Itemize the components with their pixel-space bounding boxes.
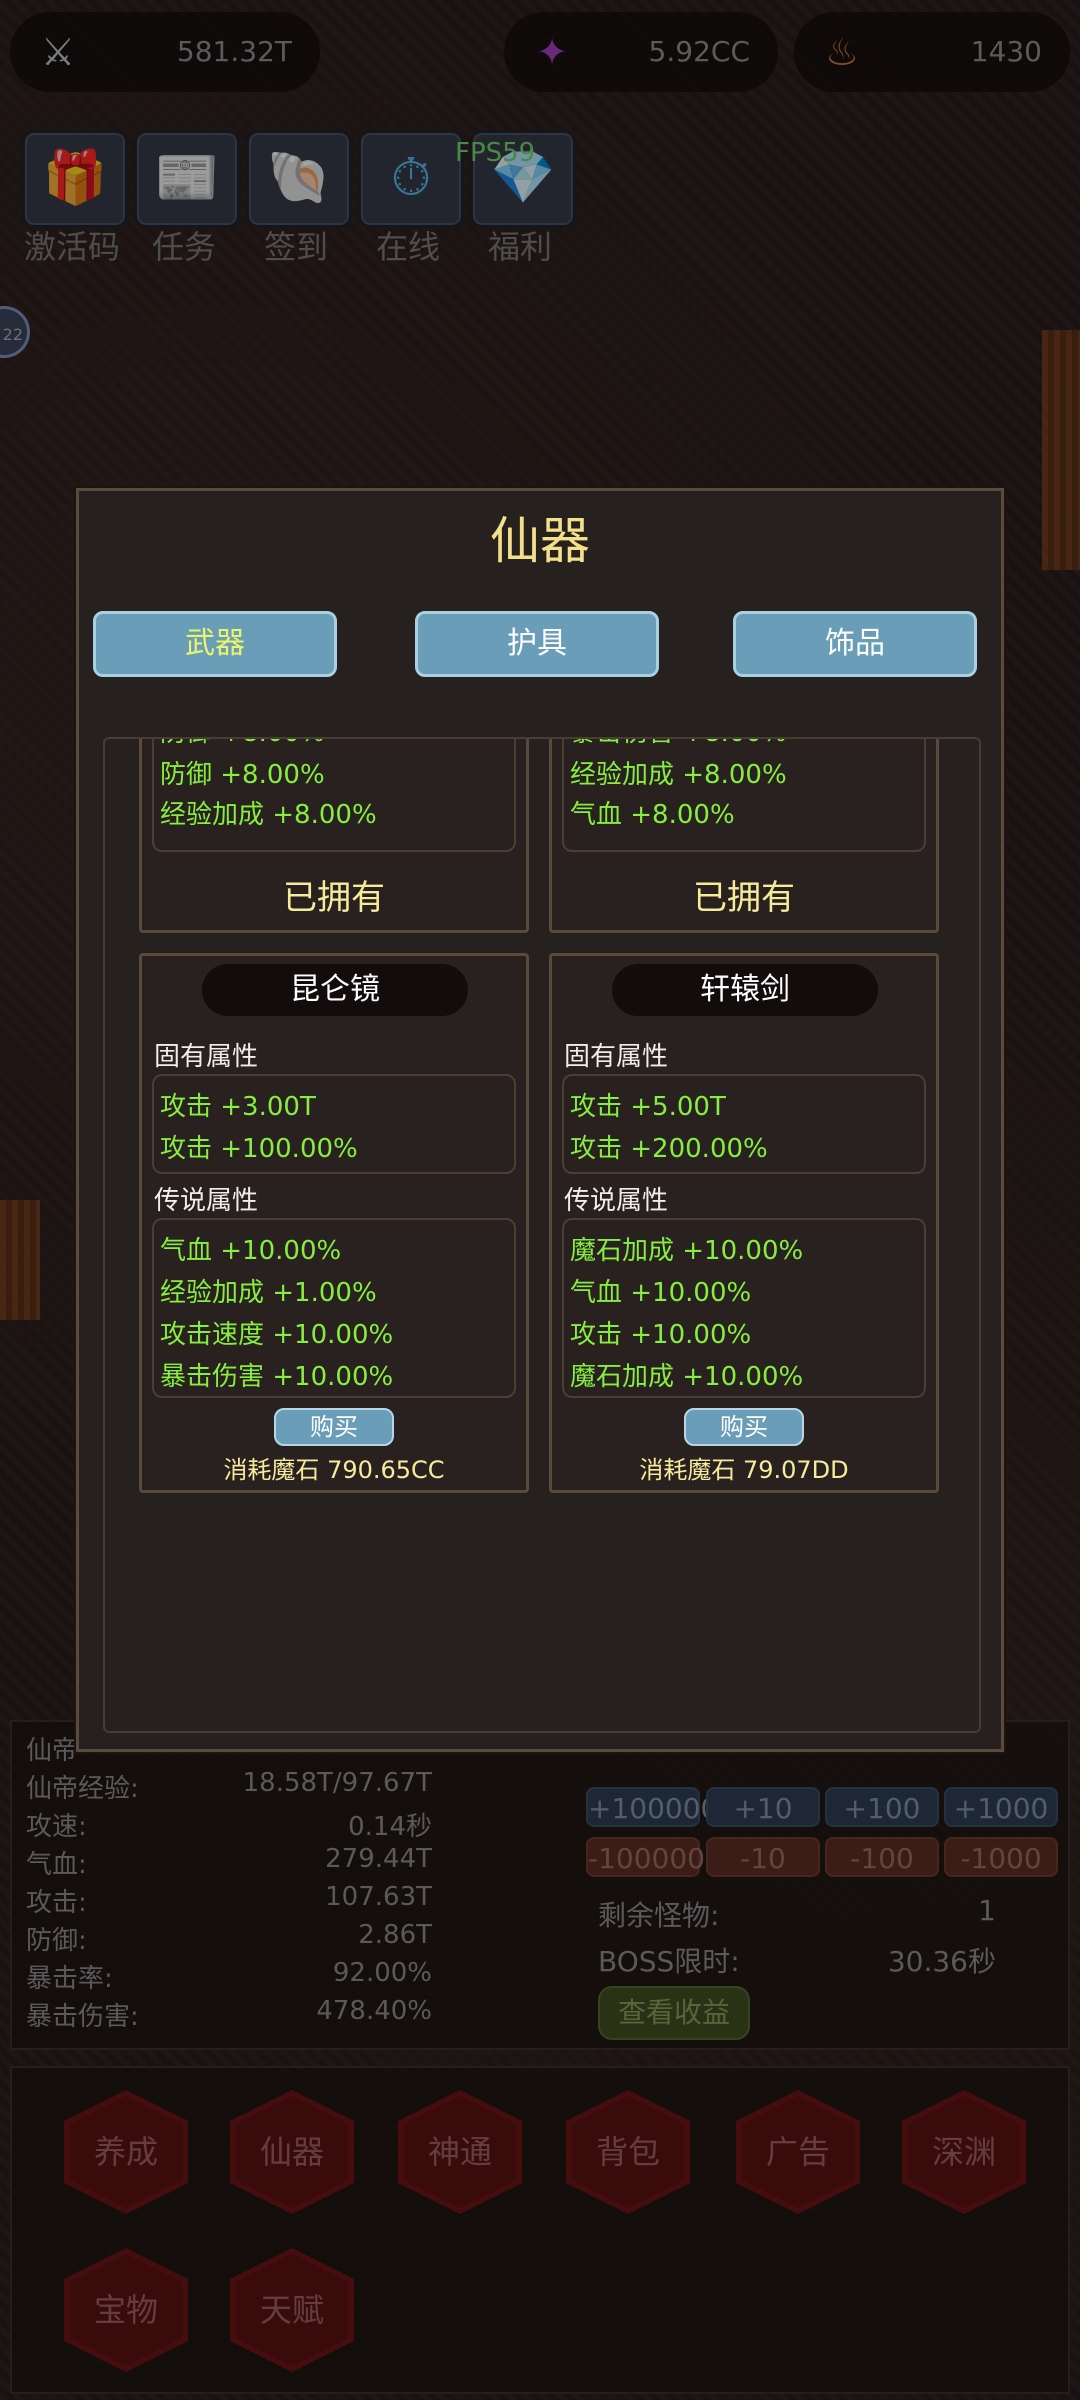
item-name: 昆仑镜	[202, 964, 468, 1016]
legend-label: 传说属性	[154, 1186, 259, 1216]
item-card-kunlun-mirror: 昆仑镜 固有属性 攻击 +3.00T 攻击 +100.00% 传说属性 气血 +…	[139, 953, 529, 1493]
buy-button[interactable]: 购买	[274, 1408, 394, 1446]
attribute-box: 防御 +8.00% 防御 +8.00% 经验加成 +8.00%	[152, 739, 516, 852]
cost-text: 消耗魔石 79.07DD	[639, 1456, 849, 1484]
intrinsic-label: 固有属性	[154, 1042, 259, 1072]
buy-button[interactable]: 购买	[684, 1408, 804, 1446]
cost-text: 消耗魔石 790.65CC	[223, 1456, 445, 1484]
owned-item-card: 防御 +8.00% 防御 +8.00% 经验加成 +8.00% 已拥有	[139, 739, 529, 933]
owned-status: 已拥有	[283, 878, 385, 918]
legend-box: 气血 +10.00% 经验加成 +1.00% 攻击速度 +10.00% 暴击伤害…	[152, 1218, 516, 1398]
intrinsic-box: 攻击 +3.00T 攻击 +100.00%	[152, 1074, 516, 1174]
tab-weapon[interactable]: 武器	[93, 611, 337, 677]
intrinsic-label: 固有属性	[564, 1042, 669, 1072]
item-scroll-list[interactable]: 防御 +8.00% 防御 +8.00% 经验加成 +8.00% 已拥有 暴击伤害…	[103, 737, 981, 1733]
legend-box: 魔石加成 +10.00% 气血 +10.00% 攻击 +10.00% 魔石加成 …	[562, 1218, 926, 1398]
artifact-modal: 仙器 武器 护具 饰品 防御 +8.00% 防御 +8.00% 经验加成 +8.…	[76, 488, 1004, 1752]
attribute-box: 暴击伤害 +8.00% 经验加成 +8.00% 气血 +8.00%	[562, 739, 926, 852]
tab-accessory[interactable]: 饰品	[733, 611, 977, 677]
legend-label: 传说属性	[564, 1186, 669, 1216]
owned-status: 已拥有	[693, 878, 795, 918]
owned-item-card: 暴击伤害 +8.00% 经验加成 +8.00% 气血 +8.00% 已拥有	[549, 739, 939, 933]
item-name: 轩辕剑	[612, 964, 878, 1016]
item-card-xuanyuan-sword: 轩辕剑 固有属性 攻击 +5.00T 攻击 +200.00% 传说属性 魔石加成…	[549, 953, 939, 1493]
intrinsic-box: 攻击 +5.00T 攻击 +200.00%	[562, 1074, 926, 1174]
tab-armor[interactable]: 护具	[415, 611, 659, 677]
modal-title: 仙器	[490, 512, 590, 570]
